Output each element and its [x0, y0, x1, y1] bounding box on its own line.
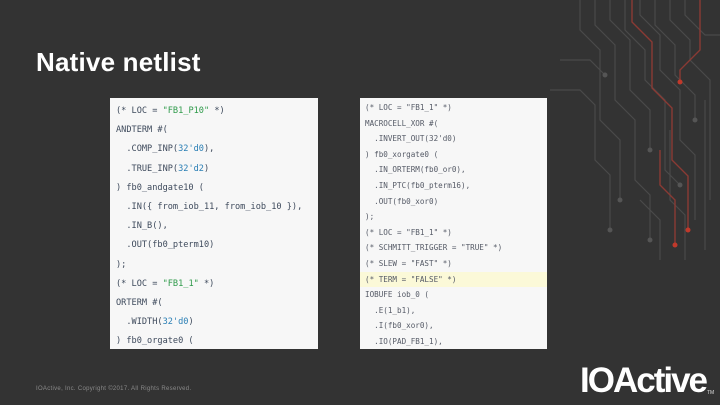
logo-text: IOActive [580, 361, 708, 400]
code-line: .OUT(fb0_pterm10) [116, 240, 215, 251]
code-line: .IN_B(), [116, 221, 168, 232]
code-line: ) fb0_orgate0 ( [116, 336, 194, 347]
code-line: (* LOC = "FB1_1" *) [116, 278, 215, 289]
code-line: (* LOC = "FB1_1" *) [365, 103, 452, 112]
code-line: .TRUE_INP(32'd2) [116, 163, 210, 174]
code-line: .OUT(fb0_xor0) [365, 196, 439, 206]
code-line: (* SCHMITT_TRIGGER = "TRUE" *) [365, 243, 503, 253]
code-line: .E(1_b1), [365, 305, 416, 315]
code-line: .WIDTH(32'd0) [116, 317, 194, 328]
copyright-footer: IOActive, Inc. Copyright ©2017. All Righ… [36, 386, 192, 392]
ioactive-logo: IOActive TM [580, 363, 714, 399]
slide: Native netlist (* LOC = "FB1_P10" *) ANDT… [0, 0, 720, 405]
code-line: ) fb0_andgate10 ( [116, 182, 204, 193]
code-line: .I(fb0_xor0), [365, 321, 434, 331]
code-line: .INVERT_OUT(32'd0) [365, 134, 457, 144]
right-code-panel: (* LOC = "FB1_1" *) MACROCELL_XOR #( .INV… [360, 98, 547, 349]
code-line: .IN({ from_iob_11, from_iob_10 }), [116, 201, 303, 212]
code-line: (* LOC = "FB1_P10" *) [116, 106, 225, 116]
code-line: ORTERM #( [116, 297, 163, 308]
circuit-board-decoration [550, 0, 720, 260]
code-line: .IO(PAD_FB1_1), [365, 336, 443, 346]
code-line: ANDTERM #( [116, 125, 168, 136]
code-line: (* SLEW = "FAST" *) [365, 258, 452, 268]
logo-trademark: TM [707, 390, 715, 396]
code-line: .IN_PTC(fb0_pterm16), [365, 180, 471, 190]
code-line: ); [116, 259, 127, 270]
page-title: Native netlist [36, 47, 201, 77]
code-line: .IN_ORTERM(fb0_or0), [365, 165, 466, 175]
code-line: .COMP_INP(32'd0), [116, 144, 215, 155]
code-line: ); [365, 212, 375, 222]
code-line: (* TERM = "FALSE" *) [360, 271, 547, 288]
code-line: ) fb0_xorgate0 ( [365, 149, 439, 159]
left-code-panel: (* LOC = "FB1_P10" *) ANDTERM #( .COMP_IN… [110, 98, 318, 349]
code-line: MACROCELL_XOR #( [365, 118, 439, 128]
code-line: (* LOC = "FB1_1" *) [365, 227, 452, 237]
code-line: IOBUFE iob_0 ( [365, 290, 430, 300]
